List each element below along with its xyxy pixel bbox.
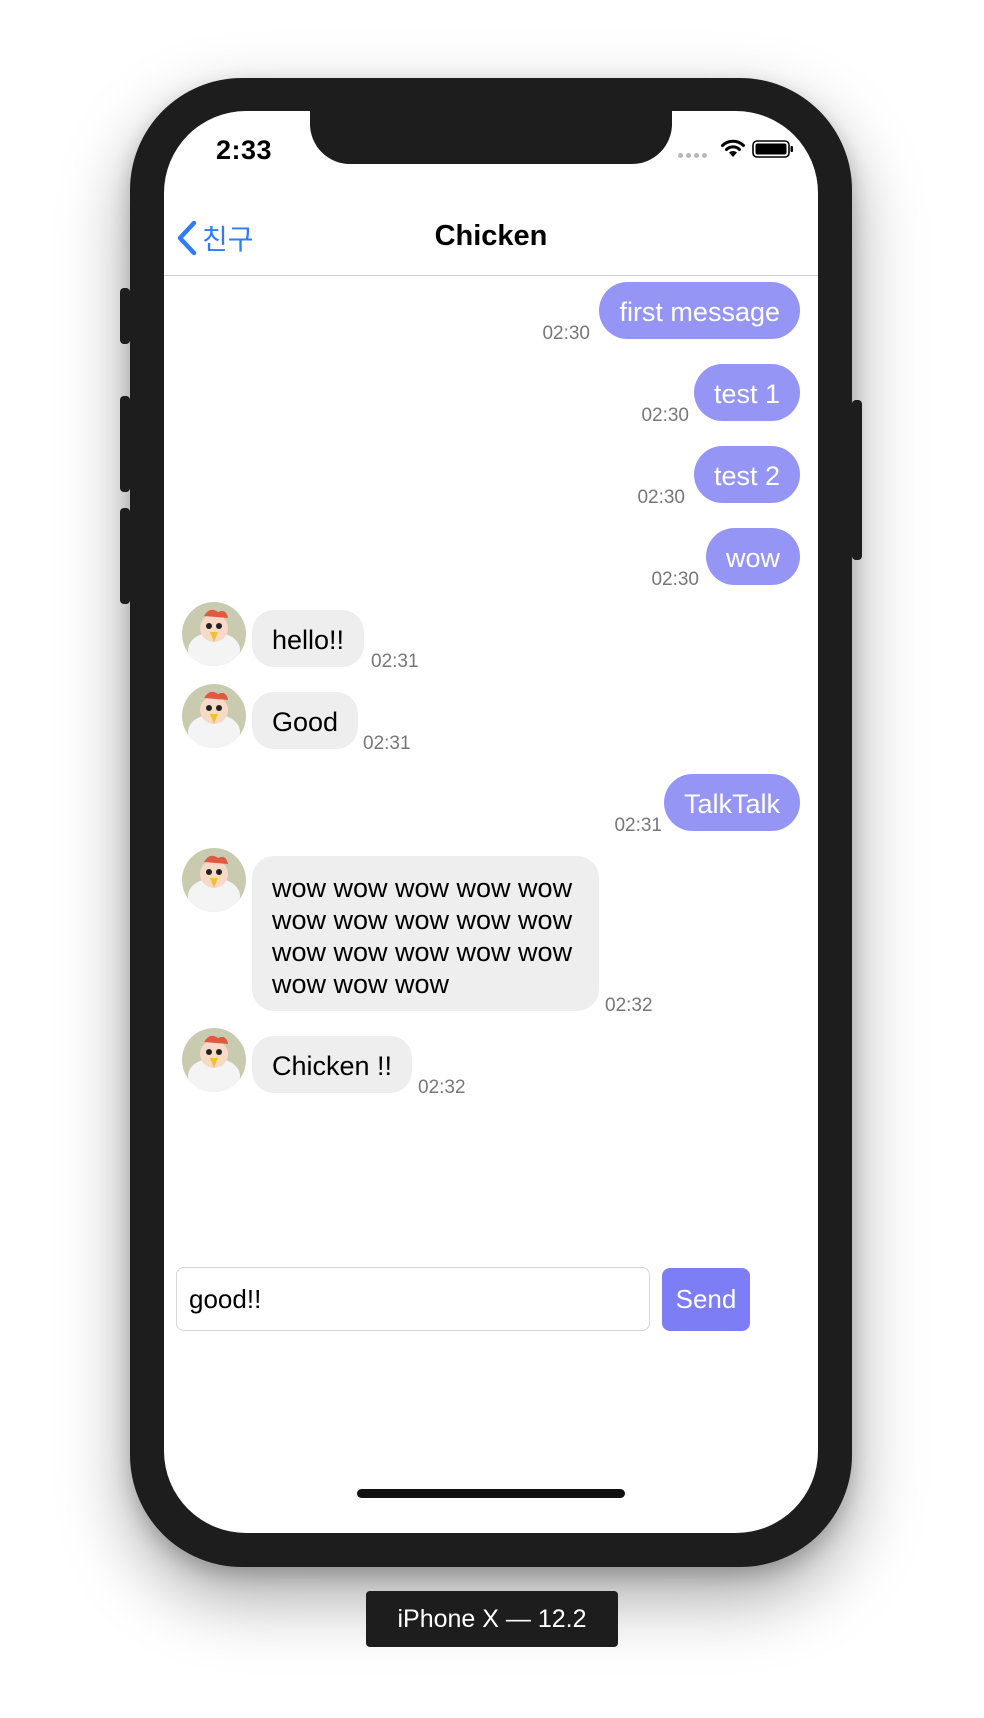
- home-indicator[interactable]: [357, 1489, 625, 1498]
- send-button[interactable]: Send: [662, 1268, 750, 1331]
- mute-switch: [120, 288, 130, 344]
- chicken-avatar-icon: [182, 1028, 246, 1092]
- message-list[interactable]: first message 02:30 test 1 02:30 test 2 …: [164, 275, 818, 1305]
- chicken-avatar-icon: [182, 684, 246, 748]
- message-time: 02:30: [542, 323, 590, 344]
- incoming-message-bubble: wow wow wow wow wow wow wow wow wow wow …: [252, 856, 599, 1011]
- notch: [310, 111, 672, 164]
- message-time: 02:32: [605, 995, 653, 1016]
- status-time: 2:33: [216, 135, 273, 165]
- incoming-message-bubble: Chicken !!: [252, 1036, 413, 1093]
- incoming-message-bubble: hello!!: [252, 610, 365, 667]
- cellular-signal-icon: [678, 153, 710, 159]
- outgoing-message-bubble: TalkTalk: [663, 774, 800, 831]
- message-input[interactable]: [177, 1283, 649, 1315]
- chicken-avatar-icon: [182, 602, 246, 666]
- volume-up-button: [120, 396, 130, 492]
- chicken-avatar-icon: [182, 848, 246, 912]
- message-time: 02:30: [651, 569, 699, 590]
- power-button: [852, 400, 862, 560]
- navigation-bar: 친구 Chicken: [164, 196, 818, 276]
- friend-avatar[interactable]: [182, 1028, 246, 1092]
- wifi-icon: [721, 139, 745, 157]
- message-time: 02:30: [637, 487, 685, 508]
- outgoing-message-bubble: first message: [599, 282, 800, 339]
- friend-avatar[interactable]: [182, 602, 246, 666]
- battery-icon: [752, 140, 793, 158]
- message-input-wrapper: [176, 1267, 650, 1331]
- outgoing-message-bubble: test 1: [693, 364, 800, 421]
- message-time: 02:31: [614, 815, 662, 836]
- device-frame: 2:33 친구 Chicken first message 02:30 test…: [120, 78, 862, 1567]
- friend-avatar[interactable]: [182, 848, 246, 912]
- message-time: 02:31: [363, 733, 411, 754]
- message-time: 02:30: [641, 405, 689, 426]
- device-label: iPhone X — 12.2: [366, 1591, 618, 1647]
- incoming-message-bubble: Good: [252, 692, 359, 749]
- outgoing-message-bubble: wow: [705, 528, 800, 585]
- outgoing-message-bubble: test 2: [693, 446, 800, 503]
- friend-avatar[interactable]: [182, 684, 246, 748]
- volume-down-button: [120, 508, 130, 604]
- message-time: 02:31: [371, 651, 419, 672]
- message-time: 02:32: [418, 1077, 466, 1098]
- screen: 2:33 친구 Chicken first message 02:30 test…: [164, 111, 818, 1533]
- chat-title: Chicken: [434, 220, 548, 252]
